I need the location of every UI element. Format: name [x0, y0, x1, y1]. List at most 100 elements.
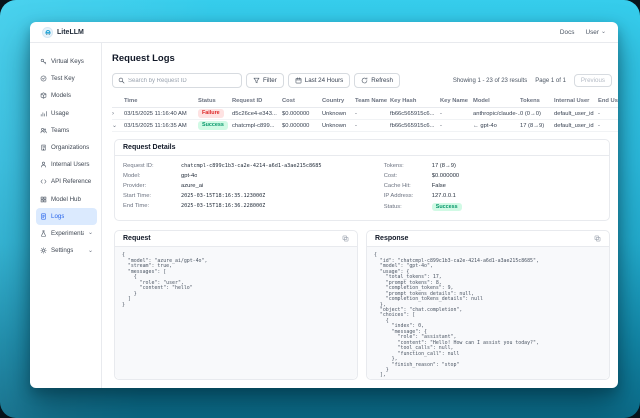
model-label: Model:	[123, 173, 181, 179]
expanded-row-detail: Request Details Request ID:chatcmpl-c899…	[112, 132, 612, 388]
sidebar-item-virtual-keys[interactable]: Virtual Keys	[36, 53, 97, 70]
sidebar-item-label: Internal Users	[51, 161, 90, 168]
sidebar-item-logs[interactable]: Logs	[36, 208, 97, 225]
col-key-hash: Key Hash	[390, 98, 440, 104]
sidebar-item-label: Teams	[51, 127, 69, 134]
chevron-right-icon[interactable]: ›	[112, 111, 124, 117]
col-key-name: Key Name	[440, 98, 473, 104]
time-range-button[interactable]: Last 24 Hours	[288, 73, 351, 88]
col-team-name: Team Name	[355, 98, 390, 104]
cell-internal-user: default_user_id	[554, 111, 598, 117]
sidebar-item-api-reference[interactable]: API Reference	[36, 173, 97, 190]
cell-country: Unknown	[322, 123, 355, 129]
col-time: Time	[124, 98, 198, 104]
sidebar-item-organizations[interactable]: Organizations	[36, 139, 97, 156]
screenshot-stage: LiteLLM Docs User ⌄ Virtual Keys Test	[0, 0, 640, 418]
provider-value: azure_ai	[181, 183, 203, 189]
sidebar-item-label: Logs	[51, 213, 64, 220]
organizations-icon	[40, 144, 47, 151]
table-row[interactable]: › 03/15/2025 11:16:40 AM Failure d5c26ce…	[112, 108, 618, 120]
sidebar-item-model-hub[interactable]: Model Hub	[36, 191, 97, 208]
col-end-user: End User	[598, 98, 618, 104]
refresh-button-label: Refresh	[371, 77, 393, 84]
request-details-body: Request ID:chatcmpl-c899c1b3-ca2e-4214-a…	[115, 156, 609, 220]
filter-button[interactable]: Filter	[246, 73, 284, 88]
user-menu[interactable]: User ⌄	[585, 29, 606, 36]
previous-page-button[interactable]: Previous	[574, 74, 612, 87]
cell-tokens: 0 (0→0)	[520, 111, 554, 117]
model-value: gpt-4o	[181, 173, 197, 179]
sidebar-item-models[interactable]: Models	[36, 87, 97, 104]
tokens-label: Tokens:	[384, 163, 432, 169]
cell-status: Failure	[198, 109, 232, 117]
cell-end-user: -	[598, 123, 618, 129]
search-box[interactable]	[112, 73, 242, 88]
sidebar-item-label: Settings	[51, 247, 73, 254]
model-hub-icon	[40, 196, 47, 203]
col-model: Model	[473, 98, 520, 104]
col-tokens: Tokens	[520, 98, 554, 104]
start-time-label: Start Time:	[123, 193, 181, 199]
col-country: Country	[322, 98, 355, 104]
logs-icon	[40, 213, 47, 220]
response-json: { "id": "chatcmpl-c899c1b3-ca2e-4214-a6d…	[374, 253, 602, 378]
request-id-value: chatcmpl-c899c1b3-ca2e-4214-a6d1-a3ae215…	[181, 163, 322, 169]
col-request-id: Request ID	[232, 98, 282, 104]
chevron-down-icon[interactable]: ⌄	[112, 122, 124, 129]
request-json: { "model": "azure_ai/gpt-4o", "stream": …	[122, 253, 350, 308]
page-indicator: Page 1 of 1	[535, 78, 566, 84]
request-panel-title: Request	[123, 235, 151, 242]
sidebar-item-teams[interactable]: Teams	[36, 122, 97, 139]
cell-end-user: -	[598, 111, 618, 117]
litellm-logo-icon	[42, 27, 53, 38]
results-count: Showing 1 - 23 of 23 results	[453, 78, 527, 84]
sidebar-item-label: Virtual Keys	[51, 58, 84, 65]
docs-link[interactable]: Docs	[560, 29, 575, 36]
litellm-brand[interactable]: LiteLLM	[42, 27, 84, 38]
cell-model: ← gpt-4o	[473, 123, 520, 129]
page-title: Request Logs	[112, 53, 612, 64]
sidebar-item-label: Model Hub	[51, 196, 81, 203]
cache-hit-label: Cache Hit:	[384, 183, 432, 189]
request-panel-body: { "model": "azure_ai/gpt-4o", "stream": …	[115, 247, 357, 379]
copy-icon[interactable]	[342, 235, 349, 242]
calendar-icon	[295, 77, 302, 84]
table-header-row: Time Status Request ID Cost Country Team…	[112, 95, 618, 108]
status-badge: Success	[432, 203, 462, 211]
cache-hit-value: False	[432, 183, 446, 189]
cell-key-hash: fb66c565915c6...	[390, 123, 440, 129]
sidebar-item-settings[interactable]: Settings ⌄	[36, 242, 97, 259]
brand-label: LiteLLM	[57, 29, 84, 36]
cell-team-name: -	[355, 111, 390, 117]
provider-label: Provider:	[123, 183, 181, 189]
table-row-expanded[interactable]: ⌄ 03/15/2025 11:16:35 AM Success chatcmp…	[112, 120, 618, 132]
chevron-down-icon: ⌄	[601, 29, 606, 35]
cell-request-id: chatcmpl-c899...	[232, 123, 282, 129]
cell-cost: $0.000000	[282, 123, 322, 129]
sidebar-item-internal-users[interactable]: Internal Users	[36, 156, 97, 173]
ip-address-label: IP Address:	[384, 193, 432, 199]
copy-icon[interactable]	[594, 235, 601, 242]
cell-status: Success	[198, 121, 232, 129]
sidebar-item-test-key[interactable]: Test Key	[36, 70, 97, 87]
teams-icon	[40, 127, 47, 134]
search-input[interactable]	[128, 78, 236, 84]
sidebar-nav: Virtual Keys Test Key Models Usage Teams	[30, 43, 102, 388]
response-panel: Response { "id": "chatcmpl-c899c1b3-ca2e…	[366, 230, 610, 380]
filter-button-label: Filter	[263, 77, 277, 84]
cell-key-name: -	[440, 123, 473, 129]
cell-country: Unknown	[322, 111, 355, 117]
internal-users-icon	[40, 161, 47, 168]
sidebar-item-usage[interactable]: Usage	[36, 105, 97, 122]
refresh-button[interactable]: Refresh	[354, 73, 400, 88]
col-cost: Cost	[282, 98, 322, 104]
col-internal-user: Internal User	[554, 98, 598, 104]
sidebar-item-label: Usage	[51, 110, 69, 117]
chevron-down-icon: ⌄	[88, 248, 93, 254]
end-time-value: 2025-03-15T18:16:36.228000Z	[181, 203, 265, 209]
sidebar-item-experimental[interactable]: Experimental ⌄	[36, 225, 97, 242]
request-id-label: Request ID:	[123, 163, 181, 169]
litellm-app-window: LiteLLM Docs User ⌄ Virtual Keys Test	[30, 22, 618, 388]
status-badge: Success	[198, 121, 228, 129]
sidebar-item-label: Models	[51, 92, 71, 99]
